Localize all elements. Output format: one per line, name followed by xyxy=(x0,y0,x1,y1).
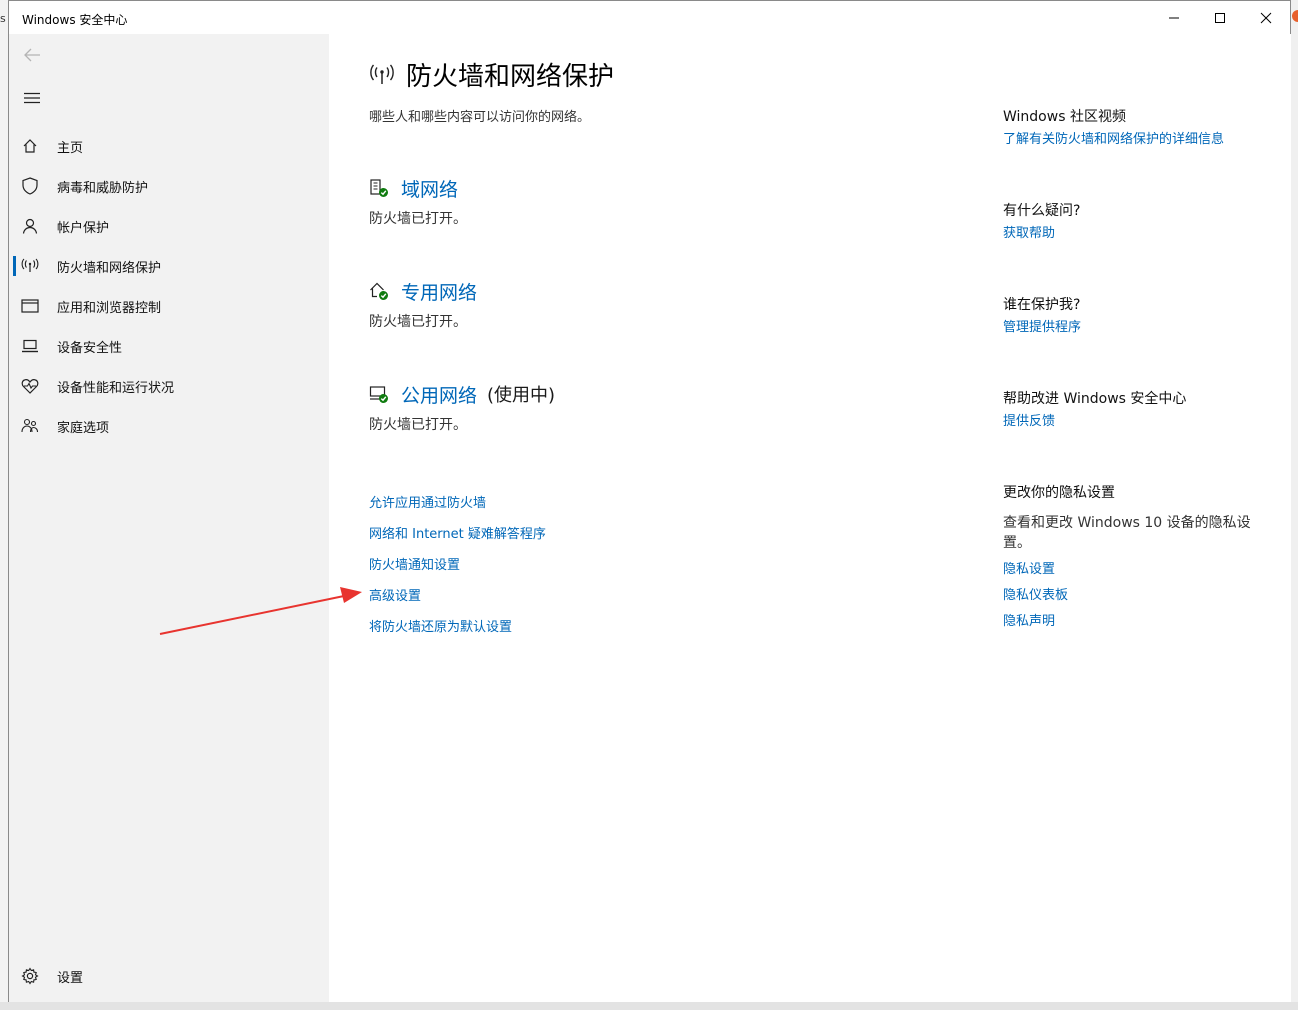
back-arrow-icon xyxy=(24,48,40,62)
background-window-edge-right xyxy=(1290,0,1298,1010)
sidebar-item-home[interactable]: 主页 xyxy=(9,126,329,166)
sidebar-item-app-browser-control[interactable]: 应用和浏览器控制 xyxy=(9,286,329,326)
domain-network-section: 域网络 防火墙已打开。 xyxy=(369,174,467,228)
sidebar-item-family-options[interactable]: 家庭选项 xyxy=(9,406,329,446)
laptop-icon xyxy=(21,337,39,355)
question-section: 有什么疑问? 获取帮助 xyxy=(1003,201,1273,247)
sidebar-item-label: 主页 xyxy=(57,140,84,156)
sidebar-item-label: 帐户保护 xyxy=(57,220,110,236)
sidebar-nav: 主页 病毒和威胁防护 帐户保护 防火墙和网络保护 应用和浏览器控制 设备安全性 … xyxy=(9,126,329,446)
sidebar-item-label: 家庭选项 xyxy=(57,420,110,436)
protector-heading: 谁在保护我? xyxy=(1003,297,1081,313)
private-network-section: 专用网络 防火墙已打开。 xyxy=(369,277,477,331)
maximize-icon xyxy=(1215,12,1225,23)
public-network-link[interactable]: 公用网络 xyxy=(401,381,477,408)
maximize-button[interactable] xyxy=(1197,1,1243,34)
public-network-section: 公用网络 (使用中) 防火墙已打开。 xyxy=(369,380,555,434)
community-videos-heading: Windows 社区视频 xyxy=(1003,109,1126,125)
title-bar[interactable]: Windows 安全中心 xyxy=(9,1,1290,34)
sidebar-item-device-performance[interactable]: 设备性能和运行状况 xyxy=(9,366,329,406)
security-center-window: Windows 安全中心 主页 病毒和威胁防护 帐户保护 防火墙和网络保护 应用… xyxy=(8,0,1291,1002)
minimize-icon xyxy=(1169,17,1179,18)
hamburger-icon xyxy=(24,92,40,104)
firewall-notification-settings-link[interactable]: 防火墙通知设置 xyxy=(369,555,546,586)
sidebar-item-settings[interactable]: 设置 xyxy=(9,956,329,996)
domain-network-icon xyxy=(369,178,389,198)
private-network-status: 防火墙已打开。 xyxy=(369,314,467,330)
gear-icon xyxy=(21,967,39,985)
manage-providers-link[interactable]: 管理提供程序 xyxy=(1003,315,1273,341)
background-window-edge-left: s xyxy=(0,0,8,1010)
learn-more-link[interactable]: 了解有关防火墙和网络保护的详细信息 xyxy=(1003,127,1273,153)
sidebar-item-device-security[interactable]: 设备安全性 xyxy=(9,326,329,366)
privacy-section: 更改你的隐私设置 查看和更改 Windows 10 设备的隐私设置。 隐私设置 … xyxy=(1003,483,1273,635)
privacy-description: 查看和更改 Windows 10 设备的隐私设置。 xyxy=(1003,515,1251,551)
background-text-fragment: s xyxy=(0,12,6,25)
allow-app-through-firewall-link[interactable]: 允许应用通过防火墙 xyxy=(369,493,546,524)
give-feedback-link[interactable]: 提供反馈 xyxy=(1003,409,1273,435)
public-network-status: 防火墙已打开。 xyxy=(369,417,467,433)
public-network-icon xyxy=(369,384,389,404)
browser-window-icon xyxy=(21,297,39,315)
sidebar-item-label: 病毒和威胁防护 xyxy=(57,180,149,196)
close-button[interactable] xyxy=(1243,1,1289,34)
firewall-links: 允许应用通过防火墙 网络和 Internet 疑难解答程序 防火墙通知设置 高级… xyxy=(369,493,546,648)
in-use-label: (使用中) xyxy=(487,385,556,406)
heart-pulse-icon xyxy=(21,377,39,395)
domain-network-status: 防火墙已打开。 xyxy=(369,211,467,227)
private-network-icon xyxy=(369,281,389,301)
advanced-settings-link[interactable]: 高级设置 xyxy=(369,586,546,617)
question-heading: 有什么疑问? xyxy=(1003,203,1081,219)
network-troubleshooter-link[interactable]: 网络和 Internet 疑难解答程序 xyxy=(369,524,546,555)
sidebar-item-label: 防火墙和网络保护 xyxy=(57,260,162,276)
page-subtitle: 哪些人和哪些内容可以访问你的网络。 xyxy=(369,110,591,125)
sidebar-item-virus-protection[interactable]: 病毒和威胁防护 xyxy=(9,166,329,206)
family-icon xyxy=(21,417,39,435)
settings-label: 设置 xyxy=(57,970,84,986)
sidebar-item-label: 应用和浏览器控制 xyxy=(57,300,162,316)
background-app-icon xyxy=(1292,10,1298,22)
page-title: 防火墙和网络保护 xyxy=(406,62,615,92)
restore-firewall-defaults-link[interactable]: 将防火墙还原为默认设置 xyxy=(369,617,546,648)
person-icon xyxy=(21,217,39,235)
privacy-statement-link[interactable]: 隐私声明 xyxy=(1003,609,1273,635)
wifi-antenna-icon xyxy=(21,257,39,275)
sidebar: 主页 病毒和威胁防护 帐户保护 防火墙和网络保护 应用和浏览器控制 设备安全性 … xyxy=(9,34,329,1002)
close-icon xyxy=(1260,12,1272,23)
back-button[interactable] xyxy=(17,40,47,70)
domain-network-link[interactable]: 域网络 xyxy=(401,175,458,202)
sidebar-item-firewall[interactable]: 防火墙和网络保护 xyxy=(9,246,329,286)
minimize-button[interactable] xyxy=(1151,1,1197,34)
privacy-dashboard-link[interactable]: 隐私仪表板 xyxy=(1003,583,1273,609)
wifi-antenna-icon xyxy=(369,62,395,88)
page-header: 防火墙和网络保护 xyxy=(369,56,614,93)
privacy-heading: 更改你的隐私设置 xyxy=(1003,485,1115,501)
improve-section: 帮助改进 Windows 安全中心 提供反馈 xyxy=(1003,389,1273,435)
get-help-link[interactable]: 获取帮助 xyxy=(1003,221,1273,247)
main-content: 防火墙和网络保护 哪些人和哪些内容可以访问你的网络。 域网络 防火墙已打开。 专… xyxy=(329,34,1291,1002)
background-bottom-edge xyxy=(0,1002,1298,1010)
shield-icon xyxy=(21,177,39,195)
sidebar-item-account-protection[interactable]: 帐户保护 xyxy=(9,206,329,246)
community-videos-section: Windows 社区视频 了解有关防火墙和网络保护的详细信息 xyxy=(1003,107,1273,153)
window-title: Windows 安全中心 xyxy=(22,13,128,27)
sidebar-item-label: 设备性能和运行状况 xyxy=(57,380,175,396)
privacy-settings-link[interactable]: 隐私设置 xyxy=(1003,557,1273,583)
home-icon xyxy=(21,137,39,155)
protector-section: 谁在保护我? 管理提供程序 xyxy=(1003,295,1273,341)
private-network-link[interactable]: 专用网络 xyxy=(401,278,477,305)
improve-heading: 帮助改进 Windows 安全中心 xyxy=(1003,391,1187,407)
hamburger-menu-button[interactable] xyxy=(17,84,47,112)
sidebar-item-label: 设备安全性 xyxy=(57,340,123,356)
